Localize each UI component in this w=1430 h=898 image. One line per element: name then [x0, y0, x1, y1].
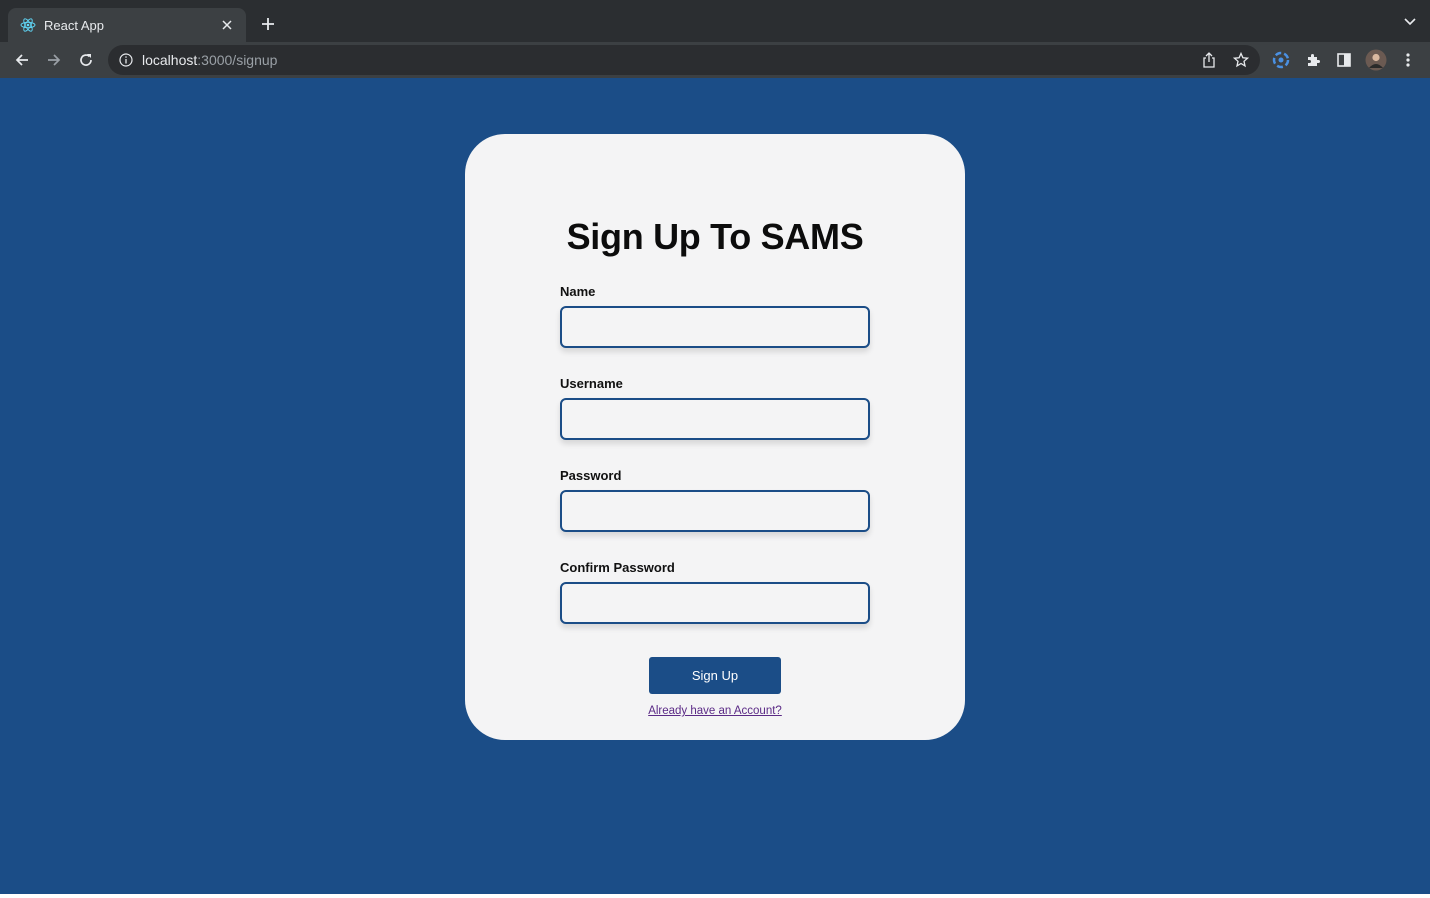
- browser-tab[interactable]: React App: [8, 8, 246, 42]
- signup-card: Sign Up To SAMS Name Username Password C…: [465, 134, 965, 740]
- name-label: Name: [560, 284, 596, 299]
- confirm-password-input[interactable]: [560, 582, 870, 624]
- extensions-puzzle-icon[interactable]: [1301, 49, 1325, 71]
- menu-kebab-icon[interactable]: [1396, 49, 1420, 71]
- password-label: Password: [560, 468, 622, 483]
- url-host: localhost: [142, 52, 198, 68]
- side-panel-icon[interactable]: [1332, 49, 1356, 71]
- close-tab-icon[interactable]: [218, 16, 236, 34]
- extension-blue-icon[interactable]: [1269, 49, 1293, 71]
- new-tab-icon[interactable]: [257, 13, 279, 35]
- already-have-account-link[interactable]: Already have an Account?: [465, 705, 965, 717]
- react-logo-icon: [20, 17, 36, 33]
- reload-icon[interactable]: [74, 49, 98, 71]
- profile-avatar[interactable]: [1364, 49, 1388, 71]
- url-path: :3000/signup: [197, 52, 278, 68]
- password-input[interactable]: [560, 490, 870, 532]
- address-bar[interactable]: localhost:3000/signup: [108, 45, 1260, 75]
- url-text: localhost:3000/signup: [142, 52, 277, 68]
- bookmark-star-icon[interactable]: [1230, 49, 1252, 71]
- site-info-icon[interactable]: [118, 52, 134, 68]
- page-title: Sign Up To SAMS: [566, 216, 864, 257]
- username-label: Username: [560, 376, 623, 391]
- forward-arrow-icon[interactable]: [42, 49, 66, 71]
- share-icon[interactable]: [1198, 49, 1220, 71]
- username-input[interactable]: [560, 398, 870, 440]
- back-arrow-icon[interactable]: [10, 49, 34, 71]
- sign-up-button[interactable]: Sign Up: [649, 657, 781, 694]
- browser-toolbar: localhost:3000/signup: [0, 42, 1430, 78]
- bottom-strip: [0, 894, 1430, 898]
- tab-strip: React App: [0, 0, 1430, 42]
- tab-title: React App: [44, 17, 104, 33]
- confirm-password-label: Confirm Password: [560, 560, 675, 575]
- name-input[interactable]: [560, 306, 870, 348]
- page-background: Sign Up To SAMS Name Username Password C…: [0, 78, 1430, 894]
- tab-search-chevron-icon[interactable]: [1402, 14, 1418, 30]
